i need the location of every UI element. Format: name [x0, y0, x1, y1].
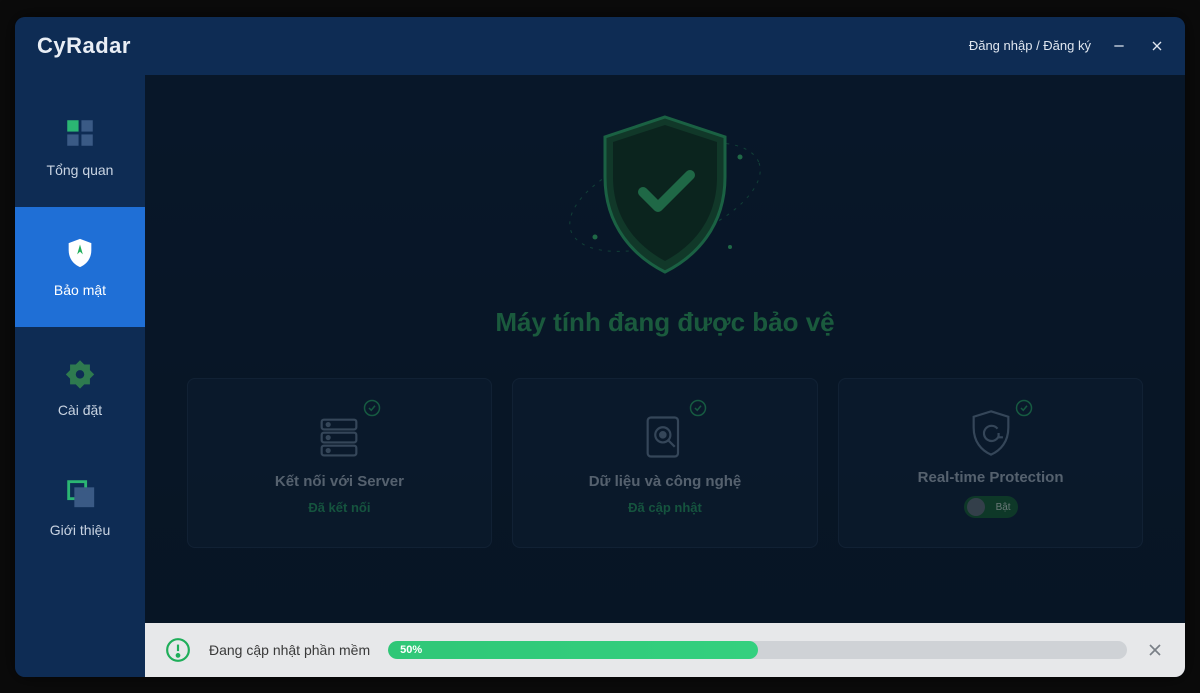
sidebar-item-label: Cài đặt — [58, 402, 102, 418]
copy-icon — [63, 476, 97, 510]
card-title: Real-time Protection — [918, 469, 1064, 486]
check-icon — [689, 399, 707, 422]
card-title: Kết nối với Server — [275, 473, 404, 490]
server-icon — [313, 411, 365, 463]
sidebar-item-settings[interactable]: Cài đặt — [15, 327, 145, 447]
close-button[interactable] — [1147, 36, 1167, 56]
titlebar-actions: Đăng nhập / Đăng ký — [969, 36, 1167, 56]
sidebar-item-label: Bảo mật — [54, 282, 106, 298]
status-message: Đang cập nhật phần mềm — [209, 642, 370, 658]
update-progressbar: 50% — [388, 641, 1127, 659]
card-realtime-protection[interactable]: Real-time Protection Bật — [838, 378, 1144, 548]
shield-refresh-icon — [965, 407, 1017, 459]
hero-shield-graphic — [555, 97, 775, 297]
statusbar-close-button[interactable] — [1145, 640, 1165, 660]
card-title: Dữ liệu và công nghệ — [589, 473, 742, 490]
check-icon — [1015, 399, 1033, 422]
hero-title: Máy tính đang được bảo vệ — [495, 307, 834, 338]
main-content: Máy tính đang được bảo vệ Kết nối với Se… — [145, 75, 1185, 677]
sidebar-item-security[interactable]: Bảo mật — [15, 207, 145, 327]
sidebar-item-label: Tổng quan — [47, 162, 114, 178]
toggle-knob — [967, 498, 985, 516]
search-data-icon — [639, 411, 691, 463]
sidebar-item-label: Giới thiệu — [50, 522, 111, 538]
signup-link[interactable]: Đăng ký — [1043, 38, 1091, 53]
app-name: CyRadar — [37, 33, 131, 59]
sidebar-item-about[interactable]: Giới thiệu — [15, 447, 145, 567]
app-window: CyRadar Đăng nhập / Đăng ký — [15, 17, 1185, 677]
toggle-label: Bật — [996, 502, 1011, 513]
info-icon — [165, 637, 191, 663]
app-logo: CyRadar — [37, 33, 131, 59]
card-data-tech[interactable]: Dữ liệu và công nghệ Đã cập nhật — [512, 378, 818, 548]
sidebar-item-overview[interactable]: Tổng quan — [15, 87, 145, 207]
check-icon — [363, 399, 381, 422]
gear-icon — [63, 356, 97, 390]
grid-icon — [63, 116, 97, 150]
card-server-connection[interactable]: Kết nối với Server Đã kết nối — [187, 378, 493, 548]
realtime-toggle[interactable]: Bật — [964, 496, 1018, 518]
titlebar: CyRadar Đăng nhập / Đăng ký — [15, 17, 1185, 75]
card-status: Đã cập nhật — [628, 500, 702, 515]
status-cards: Kết nối với Server Đã kết nối Dữ liệu và… — [187, 378, 1144, 548]
minimize-button[interactable] — [1109, 36, 1129, 56]
login-link[interactable]: Đăng nhập — [969, 38, 1033, 53]
shield-icon — [63, 236, 97, 270]
auth-links[interactable]: Đăng nhập / Đăng ký — [969, 38, 1091, 53]
statusbar: Đang cập nhật phần mềm 50% — [145, 623, 1185, 677]
sidebar: Tổng quan Bảo mật Cài đặt Giới thiệu — [15, 75, 145, 677]
card-status: Đã kết nối — [308, 500, 370, 515]
progress-label: 50% — [388, 644, 422, 656]
progress-fill: 50% — [388, 641, 757, 659]
